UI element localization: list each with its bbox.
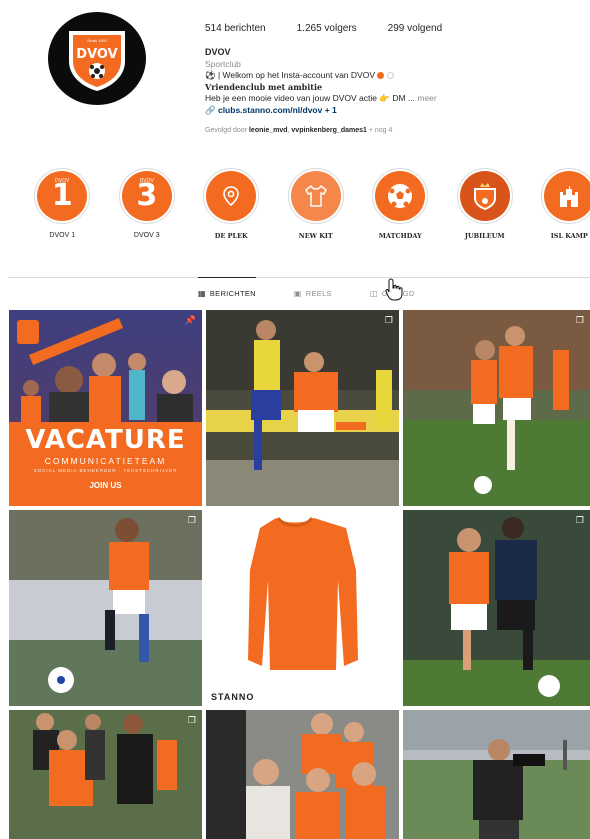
followed-user-1[interactable]: leonie_mvd — [249, 127, 288, 134]
post-image-youth-duel — [403, 310, 590, 506]
post-stanno-shirt[interactable]: STANNO — [206, 510, 399, 706]
highlight-de-plek[interactable]: DE PLEK — [189, 168, 274, 240]
highlight-isl-kamp[interactable]: ISL KAMP — [527, 168, 590, 240]
posts-count: 514 berichten — [205, 23, 266, 34]
bio-line-motto: Vriendenclub met ambitie — [205, 81, 323, 92]
profile-bio: DVOV Sportclub ⚽ | Welkom op het Insta-a… — [205, 47, 505, 116]
bio-line-welcome: ⚽ | Welkom op het Insta-account van DVOV — [205, 70, 505, 82]
highlight-new-kit[interactable]: NEW KIT — [274, 168, 359, 240]
reels-icon: ▣ — [293, 288, 302, 298]
castle-icon — [560, 186, 579, 207]
club-crest-icon — [473, 183, 496, 210]
highlight-dvov-3[interactable]: DVOV 3 DVOV 3 — [105, 168, 190, 240]
followed-by[interactable]: Gevolgd door leonie_mvd, vvpinkenberg_da… — [205, 127, 392, 134]
highlight-dvov-1[interactable]: DVOV 1 DVOV 1 — [20, 168, 105, 240]
tag-icon: ◫ — [369, 288, 378, 298]
globe-icon: ⚽ — [205, 70, 216, 80]
pointing-hand-icon: 👉 — [379, 93, 390, 103]
grid-icon: ▦ — [198, 289, 206, 298]
profile-tabs: ▦ BERICHTEN ▣ REELS ◫ GETAGD — [198, 277, 415, 299]
profile-stats: 514 berichten 1.265 volgers 299 volgend — [205, 23, 473, 34]
profile-category: Sportclub — [205, 58, 241, 69]
soccer-ball-icon — [388, 184, 413, 208]
more-link[interactable]: meer — [417, 93, 436, 103]
post-celebration[interactable] — [206, 710, 399, 839]
dvov-logo-icon: Sinds 1952 DVOV — [69, 30, 125, 91]
post-image-match-tackle — [206, 310, 399, 506]
carousel-icon: ❐ — [187, 715, 196, 725]
post-match-tackle[interactable]: ❐ — [206, 310, 399, 506]
followers-count[interactable]: 1.265 volgers — [297, 23, 357, 34]
carousel-icon: ❐ — [575, 515, 584, 525]
highlight-matchday[interactable]: MATCHDAY — [358, 168, 443, 240]
pinned-icon: 📌 — [184, 315, 196, 325]
bio-line-video: Heb je een mooie video van jouw DVOV act… — [205, 93, 437, 103]
post-image-celebration — [206, 710, 399, 839]
orange-circle-icon — [377, 72, 385, 80]
stanno-logo: STANNO — [211, 692, 255, 702]
location-pin-icon — [223, 186, 240, 207]
post-vacature[interactable]: 📌 VACATURE COMMUNICATIETEAM SOCIAL MEDIA… — [9, 310, 202, 506]
svg-text:DVOV: DVOV — [76, 47, 117, 62]
carousel-icon: ❐ — [187, 515, 196, 525]
post-youth-players[interactable]: ❐ — [9, 710, 202, 839]
tab-berichten[interactable]: ▦ BERICHTEN — [198, 277, 256, 299]
carousel-icon: ❐ — [384, 315, 393, 325]
profile-avatar[interactable]: Sinds 1952 DVOV — [48, 12, 146, 105]
post-image-photographer — [403, 710, 590, 839]
story-highlights: DVOV 1 DVOV 1 DVOV 3 DVOV 3 DE PLEK NEW … — [20, 168, 590, 240]
post-image-youth-players — [9, 710, 202, 839]
shirt-icon — [305, 185, 327, 207]
tab-reels[interactable]: ▣ REELS — [294, 277, 332, 299]
profile-name: DVOV — [205, 47, 231, 57]
white-circle-icon — [386, 72, 394, 80]
post-youth-duel[interactable]: ❐ — [403, 310, 590, 506]
post-shield-tackle[interactable]: ❐ — [403, 510, 590, 706]
hand-cursor-icon — [385, 278, 403, 301]
carousel-icon: ❐ — [575, 315, 584, 325]
post-kid-ball[interactable]: ❐ — [9, 510, 202, 706]
link-icon: 🔗 — [205, 104, 216, 115]
bio-link[interactable]: 🔗 clubs.stanno.com/nl/dvov + 1 — [205, 105, 505, 117]
vacature-banner: VACATURE COMMUNICATIETEAM SOCIAL MEDIA B… — [9, 422, 202, 506]
post-image-kid-ball — [9, 510, 202, 706]
post-image-stanno-shirt — [206, 510, 399, 706]
svg-text:Sinds 1952: Sinds 1952 — [87, 38, 108, 43]
post-photographer[interactable] — [403, 710, 590, 839]
followed-user-2[interactable]: vvpinkenberg_dames1 — [291, 127, 366, 134]
post-image-shield-tackle — [403, 510, 590, 706]
following-count[interactable]: 299 volgend — [388, 23, 443, 34]
highlight-jubileum[interactable]: JUBILEUM — [443, 168, 528, 240]
